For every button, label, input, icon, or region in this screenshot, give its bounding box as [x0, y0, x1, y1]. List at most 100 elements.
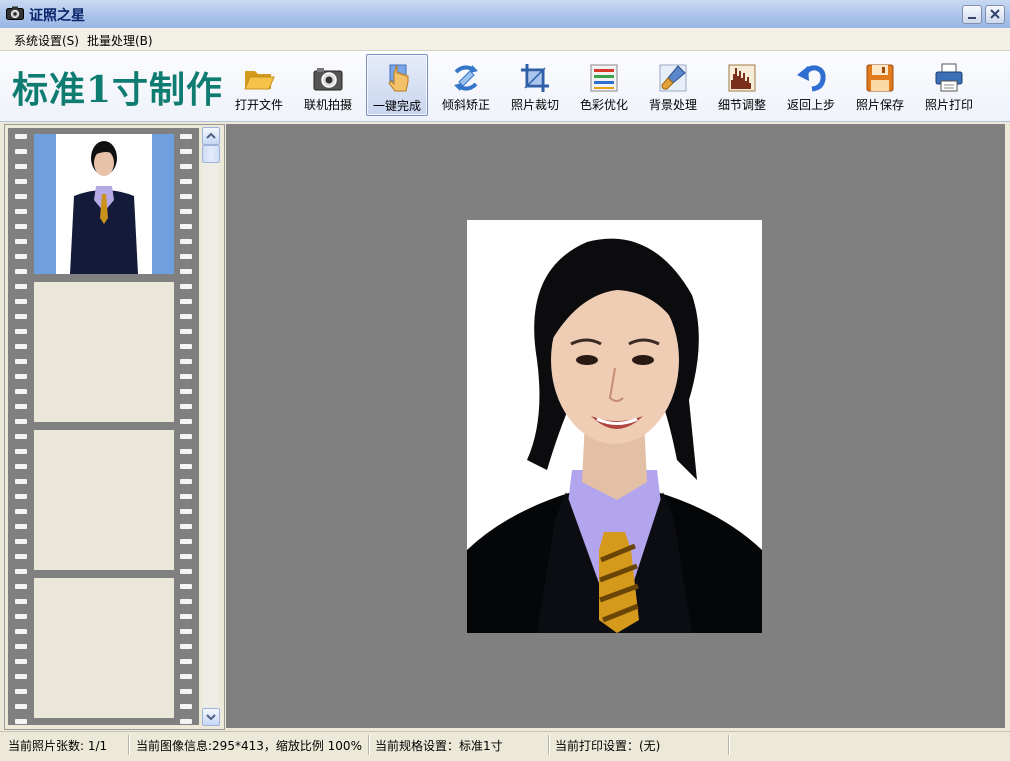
film-perforation	[180, 674, 192, 679]
film-perforation	[180, 374, 192, 379]
one-click-button[interactable]: 一键完成	[366, 54, 428, 116]
film-perforation	[15, 284, 27, 289]
film-perforation	[180, 494, 192, 499]
crop-button[interactable]: 照片裁切	[504, 54, 566, 116]
status-divider	[368, 735, 370, 755]
film-perforation	[180, 344, 192, 349]
film-perforation	[180, 239, 192, 244]
close-icon	[990, 9, 1000, 19]
rotate-correct-icon	[454, 65, 478, 91]
film-perforation	[15, 419, 27, 424]
empty-frame[interactable]	[34, 578, 174, 718]
film-perforation	[15, 614, 27, 619]
thumbnail-portrait	[56, 134, 152, 274]
print-photo-button[interactable]: 照片打印	[918, 54, 980, 116]
toolbar: 标准1寸制作 打开文件 联机拍摄 一键完成 倾斜矫正 照片裁切 色彩优化 背景处…	[0, 51, 1010, 122]
film-perforation	[180, 719, 192, 724]
empty-frame[interactable]	[34, 282, 174, 422]
film-perforation	[15, 689, 27, 694]
film-perforation	[15, 719, 27, 724]
film-perforation	[180, 299, 192, 304]
undo-label: 返回上步	[786, 98, 835, 112]
film-perforation	[180, 149, 192, 154]
print-photo-label: 照片打印	[924, 98, 973, 112]
film-perforation	[15, 434, 27, 439]
film-perforation	[15, 239, 27, 244]
film-perforation	[180, 389, 192, 394]
undo-icon	[797, 65, 826, 92]
film-perforation	[180, 419, 192, 424]
status-spec: 当前规格设置：标准1寸	[375, 739, 503, 753]
film-perforation	[180, 434, 192, 439]
film-perforation	[15, 254, 27, 259]
menu-system-settings[interactable]: 系统设置(S)	[14, 32, 79, 49]
chevron-up-icon	[206, 132, 216, 139]
film-perforation	[180, 554, 192, 559]
film-perforation	[15, 134, 27, 139]
film-perforation	[180, 269, 192, 274]
film-perforation	[15, 674, 27, 679]
brush-icon	[659, 64, 687, 92]
open-file-label: 打开文件	[234, 98, 283, 112]
film-perforation	[15, 584, 27, 589]
filmstrip	[8, 128, 199, 725]
film-perforation	[15, 224, 27, 229]
film-perforation	[15, 659, 27, 664]
filmstrip-scrollbar[interactable]	[202, 127, 220, 726]
film-perforation	[15, 569, 27, 574]
scroll-thumb[interactable]	[202, 145, 220, 163]
menu-batch-processing[interactable]: 批量处理(B)	[87, 32, 153, 49]
histogram-icon	[728, 64, 756, 92]
photo-thumbnail[interactable]	[34, 134, 174, 274]
film-perforation	[180, 704, 192, 709]
color-palette-icon	[590, 64, 618, 92]
film-perforation	[15, 179, 27, 184]
portrait-image	[467, 220, 762, 633]
mode-title: 标准1寸制作	[12, 69, 224, 111]
capture-button[interactable]: 联机拍摄	[297, 54, 359, 116]
film-perforation	[180, 209, 192, 214]
open-file-button[interactable]: 打开文件	[228, 54, 290, 116]
tilt-correct-button[interactable]: 倾斜矫正	[435, 54, 497, 116]
film-perforation	[15, 644, 27, 649]
scroll-up-button[interactable]	[202, 127, 220, 145]
status-photo-count: 当前照片张数: 1/1	[8, 739, 108, 753]
minimize-button[interactable]	[962, 5, 982, 24]
id-photo-preview[interactable]	[467, 220, 762, 633]
film-perforation	[15, 209, 27, 214]
film-perforation	[15, 599, 27, 604]
status-divider	[128, 735, 130, 755]
film-perforation	[180, 194, 192, 199]
camera-app-icon	[6, 6, 24, 20]
save-photo-button[interactable]: 照片保存	[849, 54, 911, 116]
film-perforation	[180, 509, 192, 514]
photo-canvas	[226, 124, 1005, 728]
background-label: 背景处理	[648, 98, 697, 112]
menu-bar: 系统设置(S) 批量处理(B)	[0, 28, 1010, 51]
status-print: 当前打印设置：(无)	[555, 739, 661, 753]
background-button[interactable]: 背景处理	[642, 54, 704, 116]
film-perforation	[180, 359, 192, 364]
color-optimize-button[interactable]: 色彩优化	[573, 54, 635, 116]
scroll-down-button[interactable]	[202, 708, 220, 726]
film-perforation	[15, 149, 27, 154]
tilt-correct-label: 倾斜矫正	[441, 98, 490, 112]
undo-button[interactable]: 返回上步	[780, 54, 842, 116]
detail-adjust-label: 细节调整	[717, 98, 766, 112]
film-perforation	[180, 614, 192, 619]
close-button[interactable]	[985, 5, 1005, 24]
status-divider	[728, 735, 730, 755]
film-perforation	[180, 134, 192, 139]
status-divider	[548, 735, 550, 755]
film-perforation	[180, 689, 192, 694]
crop-label: 照片裁切	[510, 98, 559, 112]
empty-frame[interactable]	[34, 430, 174, 570]
title-bar: 证照之星	[0, 0, 1010, 29]
film-perforation	[180, 479, 192, 484]
film-perforation	[15, 314, 27, 319]
detail-adjust-button[interactable]: 细节调整	[711, 54, 773, 116]
film-perforation	[15, 524, 27, 529]
color-optimize-label: 色彩优化	[579, 98, 628, 112]
film-perforation	[180, 584, 192, 589]
film-perforation	[15, 389, 27, 394]
